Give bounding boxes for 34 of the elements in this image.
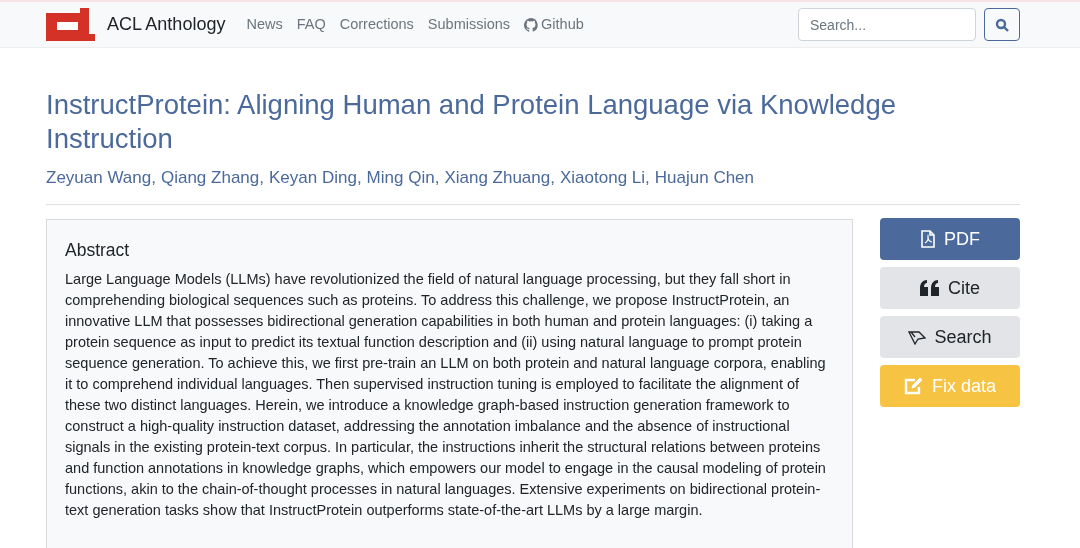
comma: , (259, 168, 264, 187)
author-link[interactable]: Xiang Zhuang (444, 168, 551, 187)
comma: , (434, 168, 440, 187)
comma: , (356, 168, 362, 187)
nav-link[interactable]: FAQ (296, 13, 326, 36)
comma: , (550, 168, 555, 187)
nav-link[interactable]: Submissions (427, 13, 511, 36)
pen-icon (908, 329, 927, 345)
nav-link[interactable]: News (246, 13, 283, 36)
abstract-text: Large Language Models (LLMs) have revolutionized the field of natural language processing, but they fall short in comprehending biological sequences such as proteins. To address this challenge, we propose InstructProtein, an innovative LLM that possesses bidirectional generation capabilities in both human and protein languages: (i) taking a protein sequence as input to predict its textual function description and (ii) using natural language to prompt protein sequence generation. To achieve this, we first pre-train an LLM on both protein and natural language corpora, enabling it to comprehend individual languages. Then supervised instruction tuning is employed to facilitate the alignment of these two distinct languages. Herein, we introduce a knowledge graph-based instruction generation framework to construct a high-quality instruction dataset, addressing the annotation imbalance and the absence of instructional signals in the existing protein-text corpus. In particular, the instructions inherit the structural relations between proteins and function annotations in knowledge graphs, which empowers our model to engage in the causal modeling of protein functions, akin to the chain-of-thought processes in natural languages. Extensive experiments on bidirectional protein-text generation tasks show that InstructProtein outperforms state-of-the-art LLMs by a large margin. (65, 270, 827, 521)
file-icon (920, 230, 936, 248)
abstract-heading: Abstract (65, 239, 131, 262)
edit-icon (904, 377, 924, 395)
action-button[interactable]: Search (880, 316, 1020, 358)
paper-title: InstructProtein: Aligning Human and Protein Language via Knowledge Instruction (46, 88, 897, 156)
comma: , (645, 168, 650, 187)
search-icon (995, 17, 1009, 32)
author-link[interactable]: Zeyuan Wang (46, 168, 152, 187)
github-icon (524, 17, 539, 32)
nav-link[interactable]: Corrections (339, 13, 414, 36)
author-link[interactable]: Keyan Ding (269, 168, 357, 187)
quote-icon (920, 280, 940, 296)
action-button[interactable]: Cite (880, 267, 1020, 309)
comma: , (151, 168, 156, 187)
search-button[interactable] (984, 8, 1020, 41)
search-field[interactable]: Search... (798, 8, 976, 41)
author-link[interactable]: Huajun Chen (654, 168, 755, 187)
author-link[interactable]: Xiaotong Li (560, 168, 646, 187)
nav-link[interactable]: Github (524, 13, 584, 36)
author-link[interactable]: Qiang Zhang (160, 168, 260, 187)
site-title[interactable]: ACL Anthology (107, 11, 226, 38)
action-button[interactable]: PDF (880, 218, 1020, 260)
author-link[interactable]: Ming Qin (366, 168, 435, 187)
logo-icon[interactable] (46, 8, 95, 41)
